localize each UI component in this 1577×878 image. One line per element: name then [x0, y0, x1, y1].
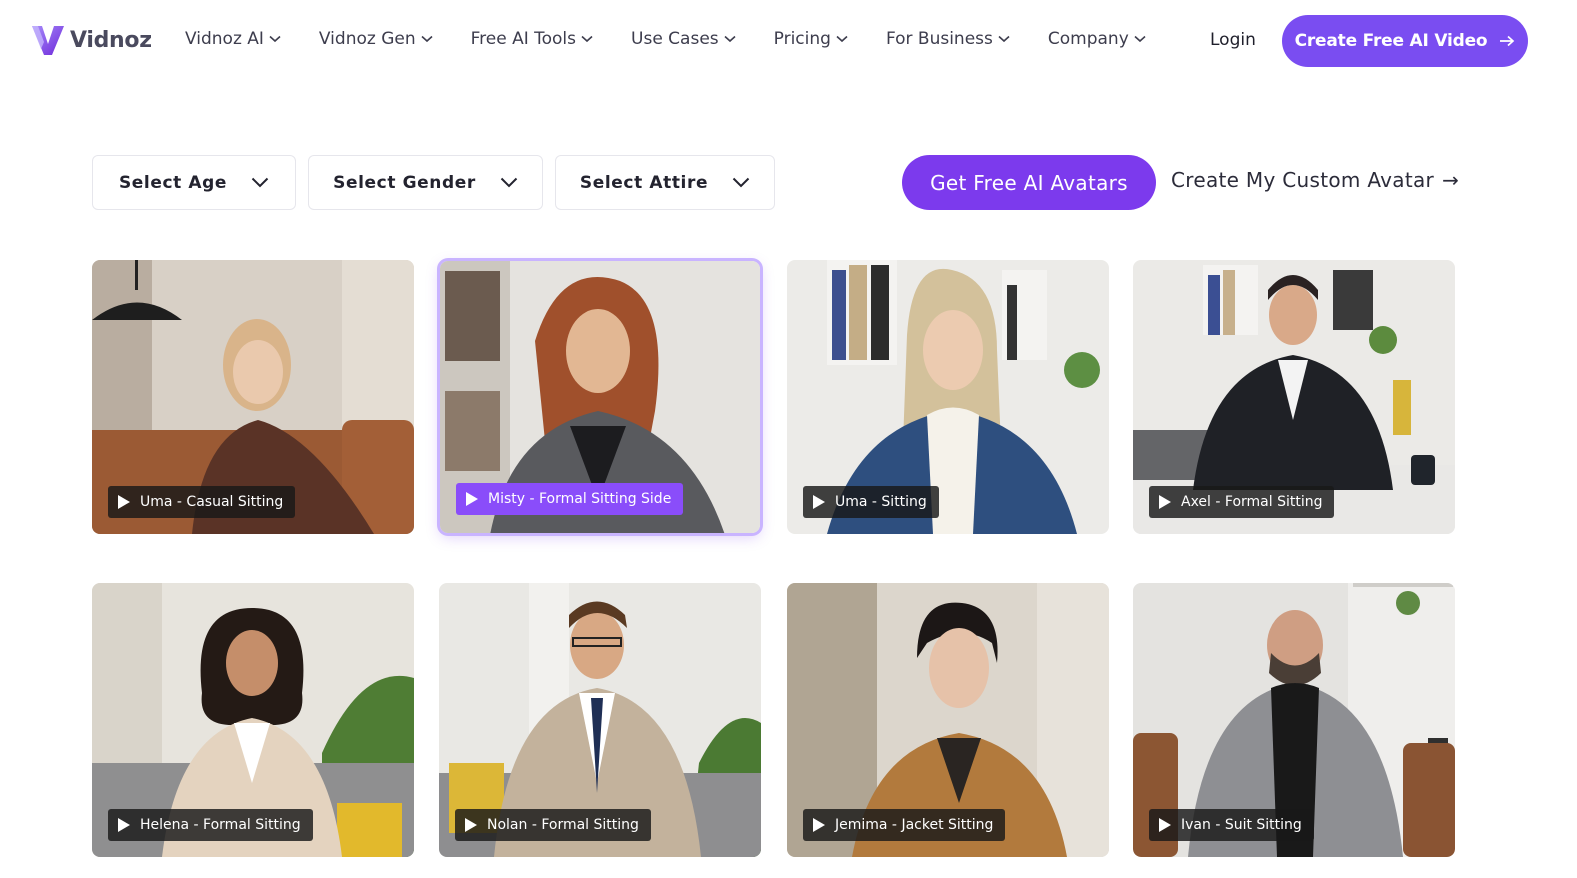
avatar-name: Jemima - Jacket Sitting: [835, 817, 994, 833]
avatar-name-tag: Uma - Casual Sitting: [108, 486, 296, 518]
select-attire-dropdown[interactable]: Select Attire: [555, 155, 775, 210]
chevron-down-icon: [1134, 35, 1146, 43]
select-gender-label: Select Gender: [333, 172, 476, 193]
custom-avatar-label: Create My Custom Avatar: [1171, 168, 1435, 192]
vidnoz-logo-icon: [32, 26, 64, 55]
avatar-card-jemima-jacket[interactable]: Jemima - Jacket Sitting: [787, 583, 1109, 857]
avatar-card-nolan-formal[interactable]: Nolan - Formal Sitting: [439, 583, 761, 857]
avatar-card-axel-formal[interactable]: Axel - Formal Sitting: [1133, 260, 1455, 534]
avatar-name: Nolan - Formal Sitting: [487, 817, 639, 833]
select-age-dropdown[interactable]: Select Age: [92, 155, 296, 210]
play-icon: [118, 495, 130, 509]
nav-free-ai-tools[interactable]: Free AI Tools: [471, 29, 593, 49]
chevron-down-icon: [581, 35, 593, 43]
login-link[interactable]: Login: [1210, 30, 1256, 50]
nav-label: Pricing: [773, 29, 831, 49]
nav-label: Use Cases: [631, 29, 719, 49]
chevron-down-icon: [269, 35, 281, 43]
chevron-down-icon: [500, 177, 518, 188]
chevron-down-icon: [836, 35, 848, 43]
chevron-down-icon: [998, 35, 1010, 43]
avatar-name: Misty - Formal Sitting Side: [488, 491, 672, 507]
nav-vidnoz-ai[interactable]: Vidnoz AI: [185, 29, 281, 49]
arrow-right-icon: →: [1442, 168, 1460, 192]
chevron-down-icon: [724, 35, 736, 43]
avatar-name: Axel - Formal Sitting: [1181, 494, 1323, 510]
avatar-name: Uma - Sitting: [835, 494, 927, 510]
nav-company[interactable]: Company: [1048, 29, 1146, 49]
select-gender-dropdown[interactable]: Select Gender: [308, 155, 543, 210]
avatar-card-uma-casual[interactable]: Uma - Casual Sitting: [92, 260, 414, 534]
play-icon: [813, 818, 825, 832]
avatar-name-tag: Nolan - Formal Sitting: [455, 809, 651, 841]
select-age-label: Select Age: [118, 172, 228, 193]
nav-label: Vidnoz Gen: [318, 29, 416, 49]
create-custom-avatar-link[interactable]: Create My Custom Avatar →: [1171, 168, 1459, 192]
avatar-card-misty-formal[interactable]: Misty - Formal Sitting Side: [440, 261, 760, 533]
cta-label: Create Free AI Video: [1294, 31, 1488, 51]
arrow-right-icon: [1500, 35, 1515, 47]
avatar-name-tag: Jemima - Jacket Sitting: [803, 809, 1006, 841]
nav-vidnoz-gen[interactable]: Vidnoz Gen: [319, 29, 433, 49]
nav-label: Free AI Tools: [470, 29, 577, 49]
get-free-ai-avatars-button[interactable]: Get Free AI Avatars: [902, 155, 1156, 210]
avatar-name-tag: Misty - Formal Sitting Side: [456, 483, 684, 515]
play-icon: [1159, 818, 1171, 832]
play-icon: [1159, 495, 1171, 509]
nav-label: Company: [1047, 29, 1129, 49]
avatar-name-tag: Uma - Sitting: [803, 486, 939, 518]
play-icon: [813, 495, 825, 509]
avatar-name-tag: Helena - Formal Sitting: [108, 809, 313, 841]
nav-label: For Business: [885, 29, 993, 49]
avatar-name: Ivan - Suit Sitting: [1181, 817, 1302, 833]
nav-pricing[interactable]: Pricing: [774, 29, 848, 49]
avatar-name-tag: Ivan - Suit Sitting: [1149, 809, 1314, 841]
avatar-card-ivan-suit[interactable]: Ivan - Suit Sitting: [1133, 583, 1455, 857]
create-free-ai-video-button[interactable]: Create Free AI Video: [1282, 15, 1528, 67]
main-nav: Vidnoz AI Vidnoz Gen Free AI Tools Use C…: [185, 29, 1184, 49]
logo-text: Vidnoz: [70, 27, 152, 53]
avatar-card-helena-formal[interactable]: Helena - Formal Sitting: [92, 583, 414, 857]
play-icon: [466, 492, 478, 506]
chevron-down-icon: [421, 35, 433, 43]
avatar-name: Uma - Casual Sitting: [140, 494, 284, 510]
nav-label: Vidnoz AI: [185, 29, 264, 49]
avatar-name-tag: Axel - Formal Sitting: [1149, 486, 1335, 518]
play-icon: [465, 818, 477, 832]
top-nav-bar: Vidnoz Vidnoz AI Vidnoz Gen Free AI Tool…: [0, 0, 1577, 82]
play-icon: [118, 818, 130, 832]
chevron-down-icon: [732, 177, 750, 188]
vidnoz-logo[interactable]: Vidnoz: [30, 22, 152, 58]
avatar-name: Helena - Formal Sitting: [140, 817, 301, 833]
select-attire-label: Select Attire: [579, 172, 709, 193]
chevron-down-icon: [251, 177, 269, 188]
avatar-card-uma-sitting[interactable]: Uma - Sitting: [787, 260, 1109, 534]
nav-for-business[interactable]: For Business: [886, 29, 1010, 49]
nav-use-cases[interactable]: Use Cases: [631, 29, 736, 49]
